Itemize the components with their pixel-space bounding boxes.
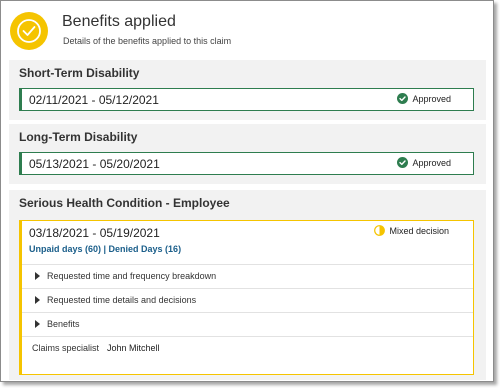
accordion-benefits[interactable]: Benefits xyxy=(22,312,473,336)
claims-specialist-label: Claims specialist xyxy=(32,343,100,353)
benefit-dates: 05/13/2021 - 05/20/2021 xyxy=(29,157,160,171)
accordion-requested-time-frequency[interactable]: Requested time and frequency breakdown xyxy=(22,264,473,288)
page-title: Benefits applied xyxy=(62,13,176,30)
claims-specialist-name: John Mitchell xyxy=(107,343,160,353)
page-subtitle: Details of the benefits applied to this … xyxy=(63,36,232,46)
section-title: Serious Health Condition - Employee xyxy=(19,196,230,210)
status-label: Approved xyxy=(412,94,451,104)
benefit-period-card: 03/18/2021 - 05/19/2021 Unpaid days (60)… xyxy=(19,220,474,375)
benefit-period-row[interactable]: 02/11/2021 - 05/12/2021 Approved xyxy=(19,88,474,111)
accordion-label: Benefits xyxy=(47,319,80,329)
section-title: Long-Term Disability xyxy=(19,130,138,144)
benefits-applied-panel: Benefits applied Details of the benefits… xyxy=(0,0,494,382)
days-summary: Unpaid days (60) | Denied Days (16) xyxy=(29,244,182,254)
status-badge: Approved xyxy=(397,93,451,104)
accordion-label: Requested time and frequency breakdown xyxy=(47,271,217,281)
panel-header: Benefits applied Details of the benefits… xyxy=(1,1,493,57)
status-badge: Mixed decision xyxy=(374,225,449,236)
check-circle-icon xyxy=(397,157,409,168)
benefit-period-row[interactable]: 05/13/2021 - 05/20/2021 Approved xyxy=(19,152,474,175)
status-label: Approved xyxy=(412,158,451,168)
caret-right-icon xyxy=(35,272,40,280)
status-label: Mixed decision xyxy=(389,226,449,236)
benefit-dates: 03/18/2021 - 05/19/2021 xyxy=(29,226,160,240)
claims-specialist-row: Claims specialist John Mitchell xyxy=(22,336,473,360)
benefit-section-short-term-disability: Short-Term Disability 02/11/2021 - 05/12… xyxy=(9,60,486,120)
status-badge: Approved xyxy=(397,157,451,168)
half-circle-icon xyxy=(374,225,386,236)
benefit-dates: 02/11/2021 - 05/12/2021 xyxy=(29,93,159,107)
accordion-label: Requested time details and decisions xyxy=(47,295,197,305)
benefit-section-serious-health-condition: Serious Health Condition - Employee 03/1… xyxy=(9,190,486,380)
accordion-requested-time-details[interactable]: Requested time details and decisions xyxy=(22,288,473,312)
check-circle-icon xyxy=(397,93,409,104)
caret-right-icon xyxy=(35,320,40,328)
section-title: Short-Term Disability xyxy=(19,66,140,80)
check-circle-icon xyxy=(10,12,48,50)
caret-right-icon xyxy=(35,296,40,304)
benefit-section-long-term-disability: Long-Term Disability 05/13/2021 - 05/20/… xyxy=(9,124,486,184)
